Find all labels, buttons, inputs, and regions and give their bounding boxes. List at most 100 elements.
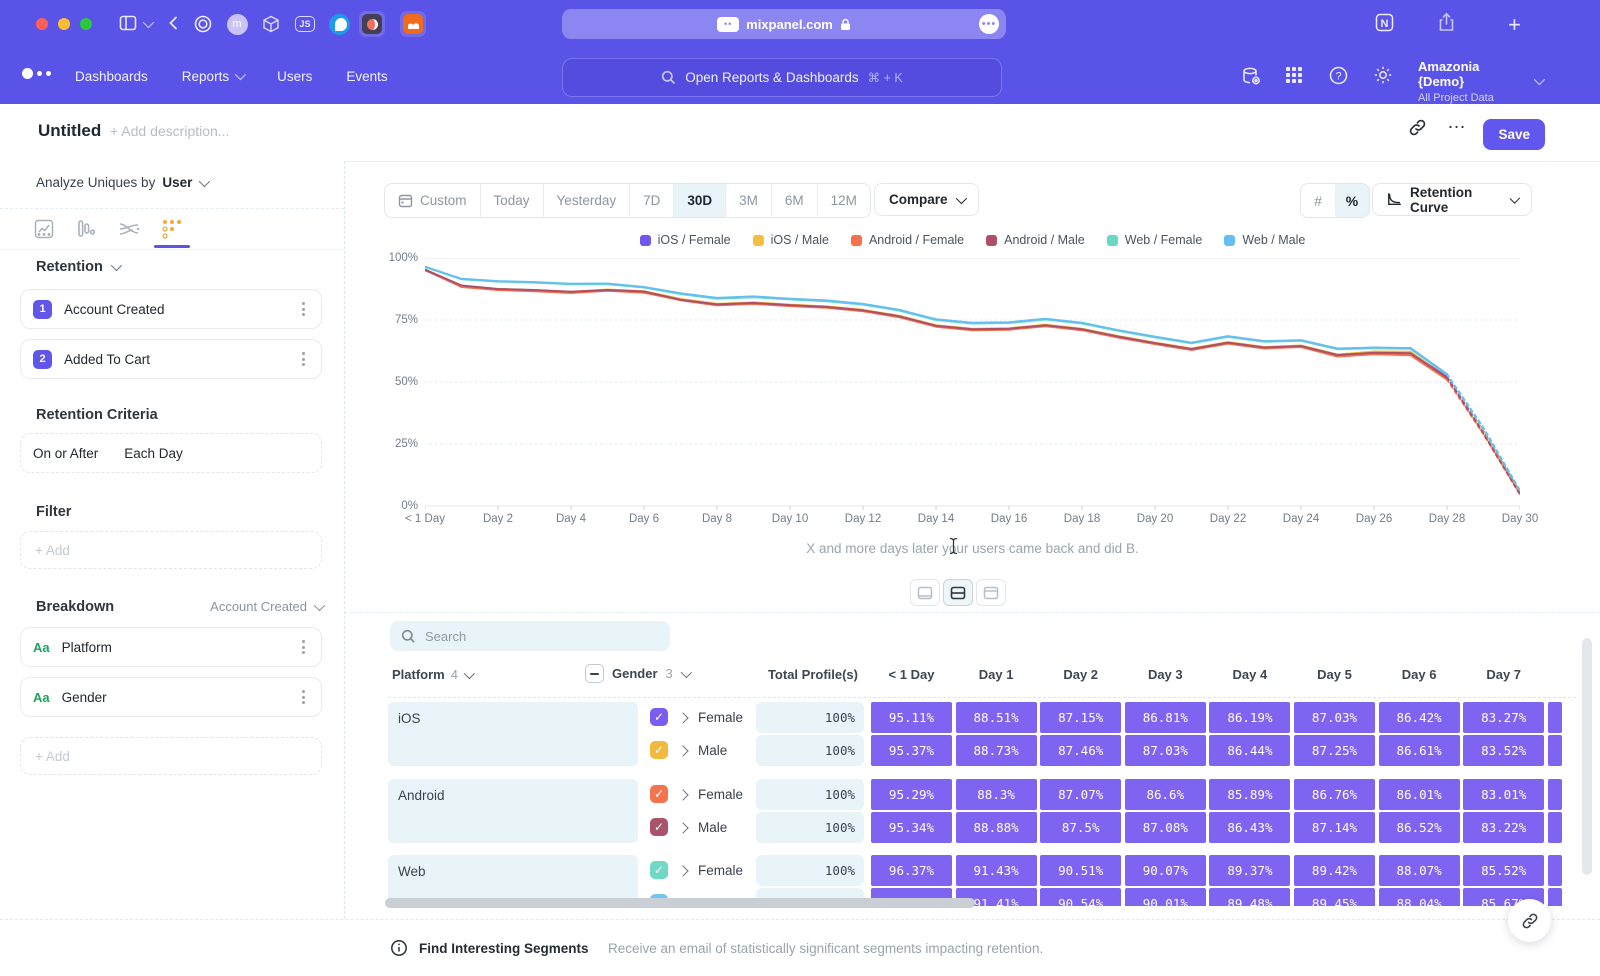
- retention-cell[interactable]: 85.89%: [1209, 779, 1290, 810]
- nav-item-dashboards[interactable]: Dashboards: [75, 69, 148, 84]
- expand-chevron-icon[interactable]: [677, 745, 688, 756]
- unit-count[interactable]: #: [1301, 184, 1335, 217]
- retention-cell[interactable]: 88.51%: [956, 702, 1037, 733]
- analyze-entity-select[interactable]: User: [162, 175, 192, 190]
- retention-criteria-row[interactable]: On or After Each Day: [20, 433, 322, 473]
- nav-item-reports[interactable]: Reports: [182, 69, 243, 84]
- retention-cell[interactable]: 89.42%: [1294, 855, 1375, 886]
- gender-checkbox-web-female[interactable]: ✓: [650, 861, 668, 879]
- range-custom[interactable]: Custom: [385, 184, 481, 217]
- retention-section-heading[interactable]: Retention: [36, 259, 119, 275]
- js-extension-icon[interactable]: JS: [292, 11, 318, 37]
- retention-cell[interactable]: 87.07%: [1040, 779, 1121, 810]
- settings-gear-icon[interactable]: [1372, 64, 1394, 86]
- add-filter-button[interactable]: + Add: [20, 531, 322, 569]
- retention-cell[interactable]: 83.27%: [1463, 702, 1544, 733]
- breakdown-menu-icon[interactable]: [298, 636, 309, 658]
- gender-column-header[interactable]: Gender 3: [585, 664, 689, 683]
- retention-cell[interactable]: 87.03%: [1125, 735, 1206, 766]
- retention-cell[interactable]: 95.37%: [871, 735, 952, 766]
- platform-column-header[interactable]: Platform 4: [392, 667, 472, 682]
- retention-line-chart[interactable]: [425, 258, 1520, 514]
- nav-item-events[interactable]: Events: [346, 69, 387, 84]
- retention-cell[interactable]: 87.46%: [1040, 735, 1121, 766]
- legend-ios-female[interactable]: iOS / Female: [640, 233, 731, 247]
- day-header-day-4[interactable]: Day 4: [1209, 667, 1290, 682]
- retention-cell[interactable]: 95.34%: [871, 812, 952, 843]
- retention-cell[interactable]: 88.73%: [956, 735, 1037, 766]
- retention-cell[interactable]: 83.52%: [1463, 735, 1544, 766]
- expand-chevron-icon[interactable]: [677, 789, 688, 800]
- day-header-day-7[interactable]: Day 7: [1463, 667, 1544, 682]
- retention-cell[interactable]: 86.19%: [1209, 702, 1290, 733]
- view-toggle-chart-focus[interactable]: [910, 579, 940, 606]
- share-link-fab[interactable]: [1508, 899, 1551, 942]
- select-all-checkbox[interactable]: [585, 664, 604, 683]
- cube-extension-icon[interactable]: [258, 11, 284, 37]
- retention-cell[interactable]: 87.03%: [1294, 702, 1375, 733]
- retention-cell[interactable]: 87.25%: [1294, 735, 1375, 766]
- series-line-ios-male[interactable]: [425, 269, 1447, 378]
- table-horizontal-scrollbar[interactable]: [385, 898, 975, 908]
- share-icon[interactable]: [1437, 12, 1456, 33]
- range-12m[interactable]: 12M: [818, 184, 870, 217]
- retention-cell[interactable]: 87.08%: [1125, 812, 1206, 843]
- step-card-account-created[interactable]: 1Account Created: [20, 289, 322, 329]
- tab-retention[interactable]: [160, 218, 184, 240]
- data-management-icon[interactable]: [1240, 65, 1263, 88]
- range-yesterday[interactable]: Yesterday: [544, 184, 631, 217]
- total-profiles-header[interactable]: Total Profile(s): [700, 667, 858, 682]
- retention-cell[interactable]: 96.37%: [871, 855, 952, 886]
- mixpanel-logo[interactable]: [22, 68, 51, 79]
- retention-cell[interactable]: 88.3%: [956, 779, 1037, 810]
- day-header-day-6[interactable]: Day 6: [1379, 667, 1460, 682]
- url-more-icon[interactable]: •••: [979, 14, 999, 34]
- series-line-android-female[interactable]: [1447, 380, 1520, 495]
- gender-checkbox-ios-male[interactable]: ✓: [650, 741, 668, 759]
- retention-cell[interactable]: 95.29%: [871, 779, 952, 810]
- loom-extension-icon[interactable]: [359, 11, 385, 37]
- legend-web-female[interactable]: Web / Female: [1107, 233, 1203, 247]
- day-header-1-day[interactable]: < 1 Day: [871, 667, 952, 682]
- zoom-window-button[interactable]: [80, 18, 92, 30]
- expand-chevron-icon[interactable]: [677, 712, 688, 723]
- range-30d[interactable]: 30D: [674, 184, 726, 217]
- retention-cell[interactable]: 83.22%: [1463, 812, 1544, 843]
- retention-cell[interactable]: 89.37%: [1209, 855, 1290, 886]
- retention-cell[interactable]: 88.07%: [1379, 855, 1460, 886]
- sidebar-toggle-icon[interactable]: [118, 13, 138, 33]
- step-menu-icon[interactable]: [298, 348, 309, 370]
- add-breakdown-button[interactable]: + Add: [20, 737, 322, 775]
- new-tab-icon[interactable]: +: [1508, 12, 1521, 38]
- retention-cell[interactable]: 83.01%: [1463, 779, 1544, 810]
- apps-grid-icon[interactable]: [1284, 65, 1304, 85]
- breakdown-menu-icon[interactable]: [298, 686, 309, 708]
- retention-cell[interactable]: 85.52%: [1463, 855, 1544, 886]
- help-icon[interactable]: ?: [1328, 65, 1349, 86]
- retention-cell[interactable]: 86.01%: [1379, 779, 1460, 810]
- expand-chevron-icon[interactable]: [677, 822, 688, 833]
- address-bar[interactable]: •• mixpanel.com •••: [562, 9, 1006, 39]
- retention-cell[interactable]: 88.88%: [956, 812, 1037, 843]
- tab-funnels[interactable]: [75, 218, 97, 240]
- ring-extension-icon[interactable]: [190, 11, 216, 37]
- global-search[interactable]: Open Reports & Dashboards ⌘ + K: [562, 58, 1002, 97]
- retention-cell[interactable]: 86.76%: [1294, 779, 1375, 810]
- retention-cell[interactable]: 86.61%: [1379, 735, 1460, 766]
- gender-checkbox-android-female[interactable]: ✓: [650, 785, 668, 803]
- retention-cell[interactable]: 86.43%: [1209, 812, 1290, 843]
- series-line-android-male[interactable]: [425, 270, 1447, 378]
- platform-cell-android[interactable]: Android: [388, 779, 638, 843]
- breakdown-card-gender[interactable]: AaGender: [20, 677, 322, 717]
- retention-cell[interactable]: 86.81%: [1125, 702, 1206, 733]
- retention-cell[interactable]: 91.43%: [956, 855, 1037, 886]
- project-switcher[interactable]: Amazonia {Demo} All Project Data: [1418, 59, 1524, 104]
- back-icon[interactable]: [165, 14, 183, 32]
- retention-cell[interactable]: 87.15%: [1040, 702, 1121, 733]
- retention-cell[interactable]: 86.52%: [1379, 812, 1460, 843]
- save-button[interactable]: Save: [1483, 119, 1545, 150]
- retention-cell[interactable]: 86.42%: [1379, 702, 1460, 733]
- view-toggle-table-focus[interactable]: [976, 579, 1006, 606]
- criteria-interval-select[interactable]: Each Day: [124, 446, 183, 461]
- criteria-condition-select[interactable]: On or After: [33, 446, 98, 461]
